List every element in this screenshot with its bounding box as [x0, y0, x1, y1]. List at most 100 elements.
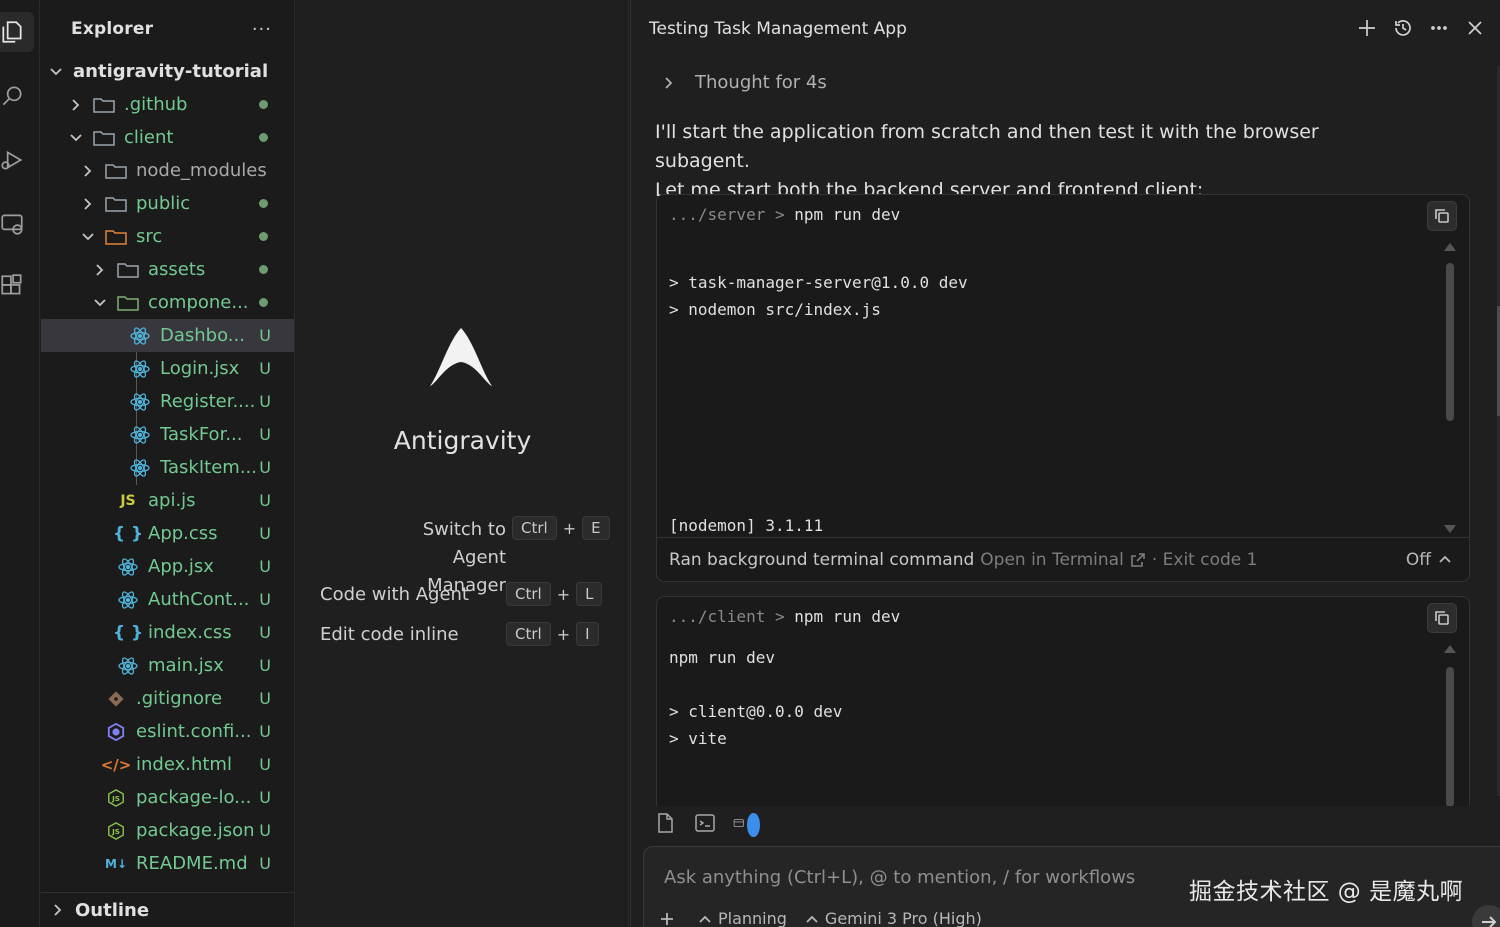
tree-item[interactable]: compone...	[41, 286, 294, 319]
outline-section-header[interactable]: Outline	[41, 892, 294, 927]
tree-item[interactable]: TaskItem... U	[41, 451, 294, 484]
tree-item-label: .github	[124, 94, 188, 115]
history-button[interactable]	[1392, 16, 1414, 40]
tree-item[interactable]: eslint.confi... U	[41, 715, 294, 748]
explorer-activity-button[interactable]	[0, 12, 34, 52]
tree-item[interactable]: src	[41, 220, 294, 253]
thought-toggle[interactable]: Thought for 4s	[663, 72, 827, 93]
svg-text:JS: JS	[111, 794, 120, 803]
external-link-icon	[1130, 552, 1146, 568]
tree-item[interactable]: main.jsx U	[41, 649, 294, 682]
modified-dot	[259, 199, 268, 208]
tree-item[interactable]: Register.... U	[41, 385, 294, 418]
tree-root[interactable]: antigravity-tutorial	[41, 55, 294, 88]
remote-activity-button[interactable]	[0, 204, 34, 244]
tree-item[interactable]: JS api.js U	[41, 484, 294, 517]
tree-item-label: Dashbo...	[160, 325, 245, 346]
file-context-button[interactable]	[653, 811, 677, 835]
terminal-scrollbar[interactable]	[1443, 243, 1457, 533]
react-icon	[129, 425, 151, 445]
untracked-badge: U	[259, 359, 271, 378]
tree-item-selected[interactable]: Dashbo... U	[41, 319, 294, 352]
scroll-up-arrow[interactable]	[1444, 645, 1456, 653]
key-plus: +	[556, 584, 571, 604]
tree-item[interactable]: AuthCont... U	[41, 583, 294, 616]
chevron-down-icon	[93, 296, 107, 310]
terminal-scrollbar[interactable]	[1443, 645, 1457, 806]
scroll-up-arrow[interactable]	[1444, 243, 1456, 251]
react-icon	[129, 458, 151, 478]
tree-item[interactable]: .github	[41, 88, 294, 121]
close-icon	[1468, 21, 1482, 35]
untracked-badge: U	[259, 491, 271, 510]
antigravity-logo-icon	[430, 328, 492, 386]
tree-item-label: App.css	[148, 523, 218, 544]
copy-icon	[1435, 209, 1449, 223]
key-ctrl: Ctrl	[506, 622, 551, 646]
tree-item-label: public	[136, 193, 191, 214]
tree-item[interactable]: { } index.css U	[41, 616, 294, 649]
tree-item[interactable]: TaskFor... U	[41, 418, 294, 451]
tree-item-label: AuthCont...	[148, 589, 250, 610]
eslint-icon	[105, 722, 127, 742]
modified-dot	[259, 232, 268, 241]
tree-item[interactable]: node_modules	[41, 154, 294, 187]
tree-item-label: index.css	[148, 622, 232, 643]
run-debug-activity-button[interactable]	[0, 140, 34, 180]
chevron-right-icon	[93, 263, 107, 277]
untracked-badge: U	[259, 788, 271, 807]
new-chat-button[interactable]	[1356, 16, 1378, 40]
model-selector[interactable]: Gemini 3 Pro (High)	[805, 909, 982, 927]
extensions-activity-button[interactable]	[0, 266, 34, 306]
scroll-thumb[interactable]	[1446, 667, 1454, 806]
chevron-down-icon	[49, 65, 63, 79]
scroll-down-arrow[interactable]	[1444, 525, 1456, 533]
add-context-button[interactable]	[660, 912, 680, 926]
tree-item[interactable]: App.jsx U	[41, 550, 294, 583]
close-panel-button[interactable]	[1464, 16, 1486, 40]
tree-item[interactable]: client	[41, 121, 294, 154]
root-folder-label: antigravity-tutorial	[73, 61, 269, 82]
tree-item[interactable]: { } App.css U	[41, 517, 294, 550]
mode-selector[interactable]: Planning	[698, 909, 787, 927]
tree-item[interactable]: JS package.json U	[41, 814, 294, 847]
chevron-down-icon	[81, 230, 95, 244]
key-plus: +	[556, 624, 571, 644]
auto-run-toggle[interactable]: Off	[1406, 550, 1451, 570]
modified-dot	[259, 298, 268, 307]
model-label: Gemini 3 Pro (High)	[824, 909, 982, 927]
send-button[interactable]	[1472, 905, 1500, 927]
terminal-cwd: .../server	[669, 205, 766, 224]
tree-item[interactable]: </> index.html U	[41, 748, 294, 781]
untracked-badge: U	[259, 425, 271, 444]
tree-item[interactable]: JS package-lo... U	[41, 781, 294, 814]
search-activity-button[interactable]	[0, 76, 34, 116]
css-braces-icon: { }	[112, 523, 144, 544]
chevron-right-icon	[665, 76, 673, 89]
tree-item[interactable]: public	[41, 187, 294, 220]
shortcut-edit-code-inline[interactable]: Edit code inline Ctrl + I	[320, 622, 599, 646]
shortcut-code-with-agent[interactable]: Code with Agent Ctrl + L	[320, 582, 603, 606]
copy-button[interactable]	[1427, 603, 1457, 633]
browser-context-button[interactable]	[733, 811, 760, 837]
tree-item-label: package.json	[136, 820, 255, 841]
terminal-context-button[interactable]	[693, 811, 717, 835]
tree-item[interactable]: assets	[41, 253, 294, 286]
tree-item[interactable]: .gitignore U	[41, 682, 294, 715]
scroll-thumb[interactable]	[1446, 263, 1454, 421]
more-button[interactable]	[1428, 16, 1450, 40]
markdown-icon: M↓	[105, 856, 127, 871]
tree-item[interactable]: M↓ README.md U	[41, 847, 294, 880]
modified-dot	[259, 265, 268, 274]
tree-item-label: eslint.confi...	[136, 721, 252, 742]
history-icon	[1395, 20, 1411, 36]
more-actions-button[interactable]: ···	[252, 19, 272, 40]
thought-label: Thought for 4s	[695, 72, 827, 93]
tree-item-label: assets	[148, 259, 206, 280]
open-in-terminal-link[interactable]: Open in Terminal	[980, 550, 1124, 570]
modified-dot	[259, 133, 268, 142]
copy-button[interactable]	[1427, 201, 1457, 231]
tree-item[interactable]: Login.jsx U	[41, 352, 294, 385]
extensions-icon	[1, 274, 22, 295]
tree-item-label: .gitignore	[136, 688, 223, 709]
